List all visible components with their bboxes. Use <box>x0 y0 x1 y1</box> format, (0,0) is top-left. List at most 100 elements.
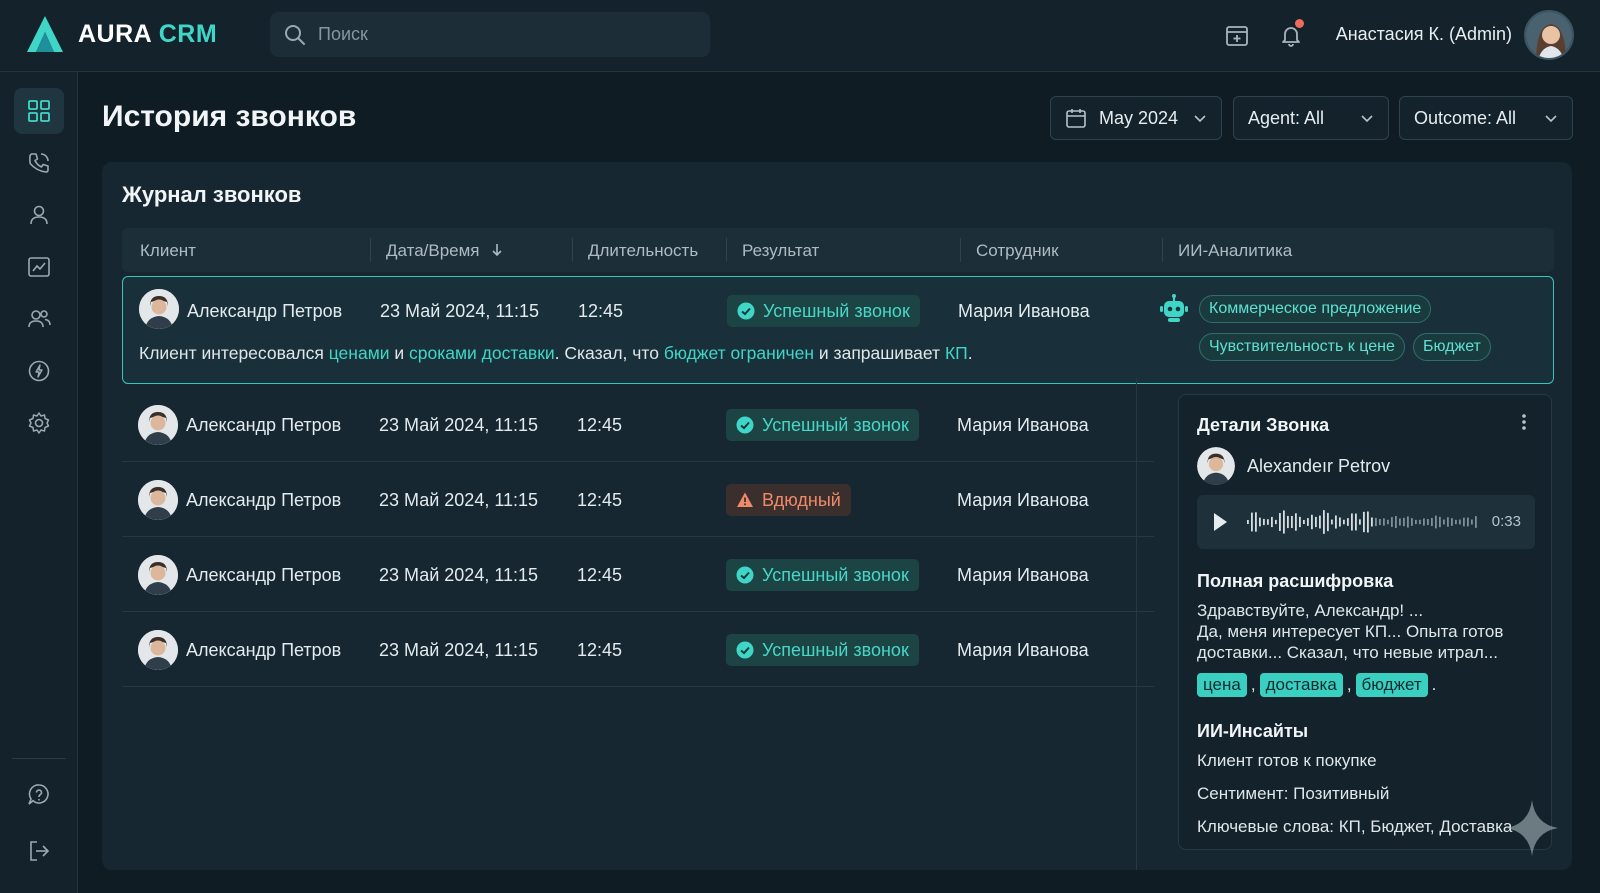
search-input[interactable] <box>318 24 678 45</box>
agent-filter-select[interactable]: Agent: All <box>1233 96 1389 140</box>
avatar <box>138 630 178 670</box>
chevron-down-icon <box>1361 115 1373 123</box>
sidebar-item-speed[interactable] <box>14 348 64 394</box>
sidebar-item-logout[interactable] <box>14 828 64 874</box>
user-avatar[interactable] <box>1524 10 1574 60</box>
table-row-expanded[interactable]: Александр Петров 23 Май 2024, 11:15 12:4… <box>122 276 1554 384</box>
client-name[interactable]: Александр Петров <box>186 640 341 661</box>
keyword-tag[interactable]: бюджет <box>1355 673 1428 697</box>
sidebar-item-contacts[interactable] <box>14 192 64 238</box>
audio-time: 0:33 <box>1491 513 1521 530</box>
ai-insights-title: ИИ-Инсайты <box>1197 721 1309 741</box>
call-log-title: Журнал звонков <box>122 182 302 207</box>
page-title: История звонков <box>102 100 357 133</box>
ai-insight: Клиент готов к покупке <box>1197 751 1377 770</box>
client-name[interactable]: Александр Петров <box>186 490 341 511</box>
date-filter-select[interactable]: May 2024 <box>1050 96 1222 140</box>
audio-player[interactable]: 0:33 <box>1197 495 1535 549</box>
summary-text: Клиент интересовался <box>139 343 329 363</box>
check-circle-icon <box>736 641 754 659</box>
logout-icon <box>30 841 50 861</box>
ai-tag[interactable]: Коммерческое предложение <box>1199 295 1432 323</box>
avatar <box>138 555 178 595</box>
table-row[interactable]: Александр Петров 23 Май 2024, 11:15 12:4… <box>122 538 1154 612</box>
sidebar-item-settings[interactable] <box>14 400 64 446</box>
status-badge-label: Успешный звонок <box>762 639 909 660</box>
ai-insight: Ключевые слова: КП, Бюджет, Доставка <box>1197 817 1513 836</box>
sidebar-item-analytics[interactable] <box>14 244 64 290</box>
transcript-line: доставки... Сказал, что невые итрал... <box>1197 643 1498 662</box>
outcome-filter-value: Outcome: All <box>1414 107 1517 128</box>
client-name[interactable]: Александр Петров <box>187 301 342 322</box>
call-details-client[interactable]: Alexandeır Petrov <box>1197 447 1390 485</box>
call-duration: 12:45 <box>577 415 623 435</box>
sparkle-icon <box>1506 800 1558 856</box>
client-avatar-image <box>138 555 178 595</box>
agent-name: Мария Иванова <box>957 565 1089 585</box>
column-header-agent[interactable]: Сотрудник <box>976 241 1059 261</box>
status-badge-label: Успешный звонок <box>762 564 909 585</box>
app-title-accent: CRM <box>158 19 218 48</box>
sidebar <box>0 72 78 893</box>
call-duration: 12:45 <box>577 565 623 585</box>
outcome-filter-select[interactable]: Outcome: All <box>1399 96 1573 140</box>
table-row[interactable]: Александр Петров 23 Май 2024, 11:15 12:4… <box>122 463 1154 537</box>
avatar <box>1197 447 1235 485</box>
user-name[interactable]: Анастасия К. (Admin) <box>1336 24 1512 45</box>
calendar-add-button[interactable] <box>1222 20 1252 50</box>
sidebar-item-calls[interactable] <box>14 140 64 186</box>
call-duration: 12:45 <box>578 301 624 321</box>
sidebar-item-dashboard[interactable] <box>14 88 64 134</box>
avatar <box>138 405 178 445</box>
call-datetime: 23 Май 2024, 11:15 <box>379 415 539 435</box>
ai-insight: Сентимент: Позитивный <box>1197 784 1390 803</box>
summary-keyword[interactable]: ценами <box>329 343 390 363</box>
notifications-button[interactable] <box>1276 19 1306 50</box>
agent-name: Мария Иванова <box>957 640 1089 660</box>
phone-icon <box>29 153 49 173</box>
column-header-datetime-label: Дата/Время <box>386 241 480 260</box>
help-icon <box>28 784 49 805</box>
keyword-tag[interactable]: цена <box>1197 673 1247 697</box>
client-name[interactable]: Александр Петров <box>186 415 341 436</box>
warning-icon <box>737 492 753 507</box>
keyword-tag[interactable]: доставка <box>1259 673 1343 697</box>
table-row[interactable]: Александр Петров 23 Май 2024, 11:15 12:4… <box>122 388 1154 462</box>
column-header-datetime[interactable]: Дата/Время <box>386 241 504 261</box>
more-vertical-icon[interactable] <box>1521 413 1527 431</box>
status-badge: Успешный звонок <box>727 295 920 327</box>
sidebar-item-team[interactable] <box>14 296 64 342</box>
team-icon <box>28 310 51 328</box>
call-details-card: Детали Звонка Alexandeır Petrov 0:33 Пол… <box>1178 394 1552 850</box>
column-header-client[interactable]: Клиент <box>140 241 196 261</box>
sidebar-item-help[interactable] <box>14 772 64 818</box>
client-avatar-image <box>138 405 178 445</box>
status-badge: Успешный звонок <box>726 634 919 666</box>
ai-robot-icon <box>1160 294 1188 322</box>
play-icon[interactable] <box>1211 511 1229 533</box>
agent-name: Мария Иванова <box>958 301 1090 321</box>
dashboard-icon <box>28 100 50 122</box>
column-divider <box>1136 378 1137 870</box>
ai-tag[interactable]: Бюджет <box>1413 333 1491 361</box>
agent-name: Мария Иванова <box>957 415 1089 435</box>
summary-keyword[interactable]: бюджет ограничен <box>664 343 814 363</box>
call-duration: 12:45 <box>577 490 623 510</box>
column-header-ai-analytics[interactable]: ИИ-Аналитика <box>1178 241 1292 261</box>
table-row[interactable]: Александр Петров 23 Май 2024, 11:15 12:4… <box>122 613 1154 687</box>
audio-waveform[interactable] <box>1247 507 1481 537</box>
avatar-image <box>1526 12 1572 58</box>
status-badge: Успешный звонок <box>726 559 919 591</box>
table-header: Клиент Дата/Время Длительность Результат… <box>122 228 1554 272</box>
transcript-title: Полная расшифровка <box>1197 571 1394 591</box>
summary-keyword[interactable]: сроками доставки <box>409 343 555 363</box>
ai-tag[interactable]: Чувствительность к цене <box>1199 333 1405 361</box>
sort-down-icon <box>492 244 502 257</box>
column-header-duration[interactable]: Длительность <box>588 241 698 261</box>
client-name[interactable]: Александр Петров <box>186 565 341 586</box>
calendar-add-icon <box>1226 26 1248 46</box>
search-box[interactable] <box>270 12 710 57</box>
column-header-result[interactable]: Результат <box>742 241 819 261</box>
summary-keyword[interactable]: КП <box>945 343 968 363</box>
app-logo[interactable]: AURA CRM <box>24 14 217 54</box>
